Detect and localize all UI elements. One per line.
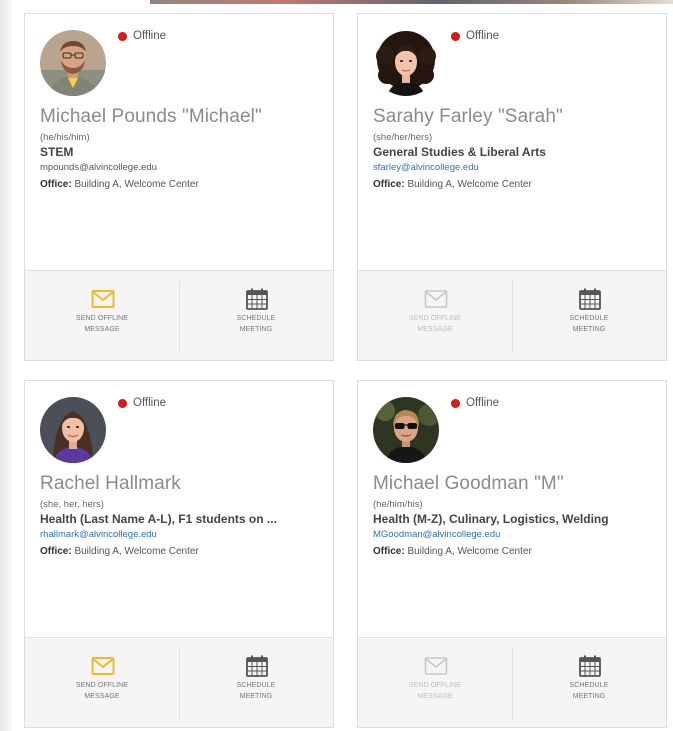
card-actions: SEND OFFLINE MESSAGE SCHEDULE MEETING <box>25 637 333 727</box>
banner-image-edge <box>150 0 673 4</box>
status-indicator: Offline <box>118 397 166 409</box>
schedule-meeting-button[interactable]: SCHEDULE MEETING <box>179 271 333 360</box>
status-indicator: Offline <box>118 30 166 42</box>
office-value: Building A, Welcome Center <box>407 179 532 190</box>
office-label: Office: <box>373 546 405 557</box>
advisor-card: Offline Michael Pounds "Michael" (he/his… <box>24 13 334 361</box>
office-label: Office: <box>373 179 405 190</box>
advisor-pronouns: (she/her/hers) <box>373 132 433 143</box>
envelope-icon <box>424 657 448 675</box>
advisor-office: Office: Building A, Welcome Center <box>40 546 199 557</box>
calendar-icon <box>579 655 601 677</box>
status-label: Offline <box>133 397 167 409</box>
schedule-meeting-button[interactable]: SCHEDULE MEETING <box>512 638 666 727</box>
advisor-office: Office: Building A, Welcome Center <box>373 546 532 557</box>
advisor-email-link[interactable]: sfarley@alvincollege.edu <box>373 162 479 173</box>
advisor-directory: Offline Michael Pounds "Michael" (he/his… <box>0 0 673 731</box>
calendar-icon <box>246 288 268 310</box>
schedule-meeting-button[interactable]: SCHEDULE MEETING <box>512 271 666 360</box>
card-actions: SEND OFFLINE MESSAGE SCHEDULE MEETING <box>358 270 666 360</box>
send-offline-message-label: SEND OFFLINE MESSAGE <box>75 682 129 700</box>
status-label: Offline <box>133 30 167 42</box>
advisor-name: Michael Pounds "Michael" <box>40 106 262 127</box>
status-dot-icon <box>451 398 460 408</box>
advisor-card: Offline Rachel Hallmark (she, her, hers)… <box>24 380 334 728</box>
status-indicator: Offline <box>451 397 499 409</box>
status-dot-icon <box>451 31 460 41</box>
status-label: Offline <box>466 30 500 42</box>
status-dot-icon <box>118 31 127 41</box>
schedule-meeting-label: SCHEDULE MEETING <box>569 682 609 700</box>
status-label: Offline <box>466 397 500 409</box>
advisor-email: mpounds@alvincollege.edu <box>40 162 157 173</box>
advisor-card: Offline Sarahy Farley "Sarah" (she/her/h… <box>357 13 667 361</box>
status-indicator: Offline <box>451 30 499 42</box>
send-offline-message-button[interactable]: SEND OFFLINE MESSAGE <box>358 638 512 727</box>
advisor-email-link[interactable]: rhallmark@alvincollege.edu <box>40 529 157 540</box>
schedule-meeting-button[interactable]: SCHEDULE MEETING <box>179 638 333 727</box>
advisor-office: Office: Building A, Welcome Center <box>40 179 199 190</box>
status-dot-icon <box>118 398 127 408</box>
advisor-pronouns: (he/his/him) <box>40 132 90 143</box>
schedule-meeting-label: SCHEDULE MEETING <box>236 315 276 333</box>
office-value: Building A, Welcome Center <box>74 546 199 557</box>
send-offline-message-button[interactable]: SEND OFFLINE MESSAGE <box>25 638 179 727</box>
office-value: Building A, Welcome Center <box>407 546 532 557</box>
advisor-name: Sarahy Farley "Sarah" <box>373 106 563 127</box>
send-offline-message-button[interactable]: SEND OFFLINE MESSAGE <box>358 271 512 360</box>
send-offline-message-label: SEND OFFLINE MESSAGE <box>75 315 129 333</box>
advisor-department: Health (M-Z), Culinary, Logistics, Weldi… <box>373 512 609 526</box>
envelope-icon <box>424 290 448 308</box>
advisor-name: Rachel Hallmark <box>40 473 181 494</box>
advisor-card: Offline Michael Goodman "M" (he/him/his)… <box>357 380 667 728</box>
advisor-office: Office: Building A, Welcome Center <box>373 179 532 190</box>
avatar[interactable] <box>373 30 439 96</box>
avatar[interactable] <box>40 397 106 463</box>
send-offline-message-button[interactable]: SEND OFFLINE MESSAGE <box>25 271 179 360</box>
card-actions: SEND OFFLINE MESSAGE SCHEDULE MEETING <box>358 637 666 727</box>
advisor-email-link[interactable]: MGoodman@alvincollege.edu <box>373 529 500 540</box>
calendar-icon <box>579 288 601 310</box>
avatar[interactable] <box>373 397 439 463</box>
envelope-icon <box>91 290 115 308</box>
advisor-department: General Studies & Liberal Arts <box>373 145 546 159</box>
envelope-icon <box>91 657 115 675</box>
advisor-department: Health (Last Name A-L), F1 students on .… <box>40 512 277 526</box>
calendar-icon <box>246 655 268 677</box>
advisor-pronouns: (she, her, hers) <box>40 499 104 510</box>
send-offline-message-label: SEND OFFLINE MESSAGE <box>408 315 462 333</box>
office-label: Office: <box>40 546 72 557</box>
avatar[interactable] <box>40 30 106 96</box>
card-actions: SEND OFFLINE MESSAGE SCHEDULE MEETING <box>25 270 333 360</box>
schedule-meeting-label: SCHEDULE MEETING <box>236 682 276 700</box>
office-value: Building A, Welcome Center <box>74 179 199 190</box>
office-label: Office: <box>40 179 72 190</box>
advisor-name: Michael Goodman "M" <box>373 473 564 494</box>
page-edge-shadow <box>0 0 14 731</box>
schedule-meeting-label: SCHEDULE MEETING <box>569 315 609 333</box>
advisor-department: STEM <box>40 145 74 159</box>
send-offline-message-label: SEND OFFLINE MESSAGE <box>408 682 462 700</box>
advisor-pronouns: (he/him/his) <box>373 499 423 510</box>
